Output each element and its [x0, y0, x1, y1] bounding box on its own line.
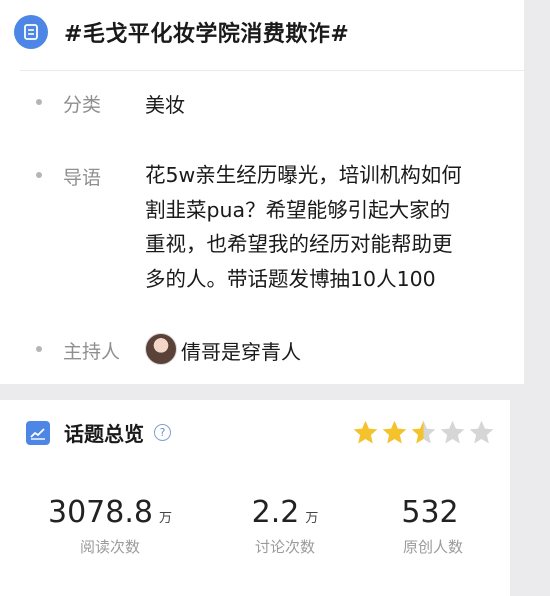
intro-label: 导语	[63, 167, 102, 189]
category-value: 美妆	[145, 93, 185, 117]
divider	[20, 70, 524, 71]
overview-title: 话题总览	[64, 422, 144, 446]
overview-header: 话题总览 ?	[26, 418, 171, 447]
stat-discussion-count: 2.2 万 讨论次数	[200, 495, 370, 557]
topic-header: #毛戈平化妆学院消费欺诈#	[14, 12, 349, 52]
category-label: 分类	[63, 94, 102, 116]
topic-info-card: #毛戈平化妆学院消费欺诈# 分类 美妆 导语 花5w亲生经历曝光，培训机构如何 …	[0, 0, 524, 384]
topic-title: #毛戈平化妆学院消费欺诈#	[64, 22, 350, 47]
bullet-dot	[36, 346, 42, 352]
stat-unit: 万	[158, 511, 172, 526]
intro-line: 花5w亲生经历曝光，培训机构如何	[145, 163, 462, 187]
help-icon[interactable]: ?	[154, 424, 171, 441]
host-avatar[interactable]	[145, 333, 177, 365]
topic-page-icon	[14, 15, 48, 49]
stat-label: 讨论次数	[254, 538, 315, 556]
bar-chart-icon	[26, 420, 50, 445]
star-empty-icon	[469, 420, 494, 444]
bullet-dot	[36, 99, 42, 105]
stat-value: 2.2	[251, 495, 300, 530]
stat-read-count: 3078.8 万 阅读次数	[25, 495, 195, 557]
rating-stars	[352, 419, 497, 446]
half-star-icon	[411, 420, 436, 444]
stat-value: 3078.8	[48, 495, 153, 530]
stat-label: 原创人数	[402, 538, 463, 556]
stat-label: 阅读次数	[79, 538, 140, 556]
stat-value: 532	[401, 495, 459, 530]
stat-original-count: 532 原创人数	[348, 495, 518, 557]
star-icon	[382, 420, 407, 444]
host-label: 主持人	[63, 341, 121, 363]
intro-line: 割韭菜pua？希望能够引起大家的	[145, 197, 451, 222]
star-empty-icon	[440, 420, 465, 444]
bullet-dot	[36, 172, 42, 178]
stat-unit: 万	[305, 511, 319, 526]
star-icon	[353, 420, 378, 444]
intro-line: 重视，也希望我的经历对能帮助更	[145, 232, 453, 256]
intro-text: 花5w亲生经历曝光，培训机构如何 割韭菜pua？希望能够引起大家的 重视，也希望…	[145, 158, 505, 296]
intro-line: 多的人。带话题发博抽10人100	[145, 266, 436, 291]
host-name[interactable]: 倩哥是穿青人	[181, 336, 301, 365]
